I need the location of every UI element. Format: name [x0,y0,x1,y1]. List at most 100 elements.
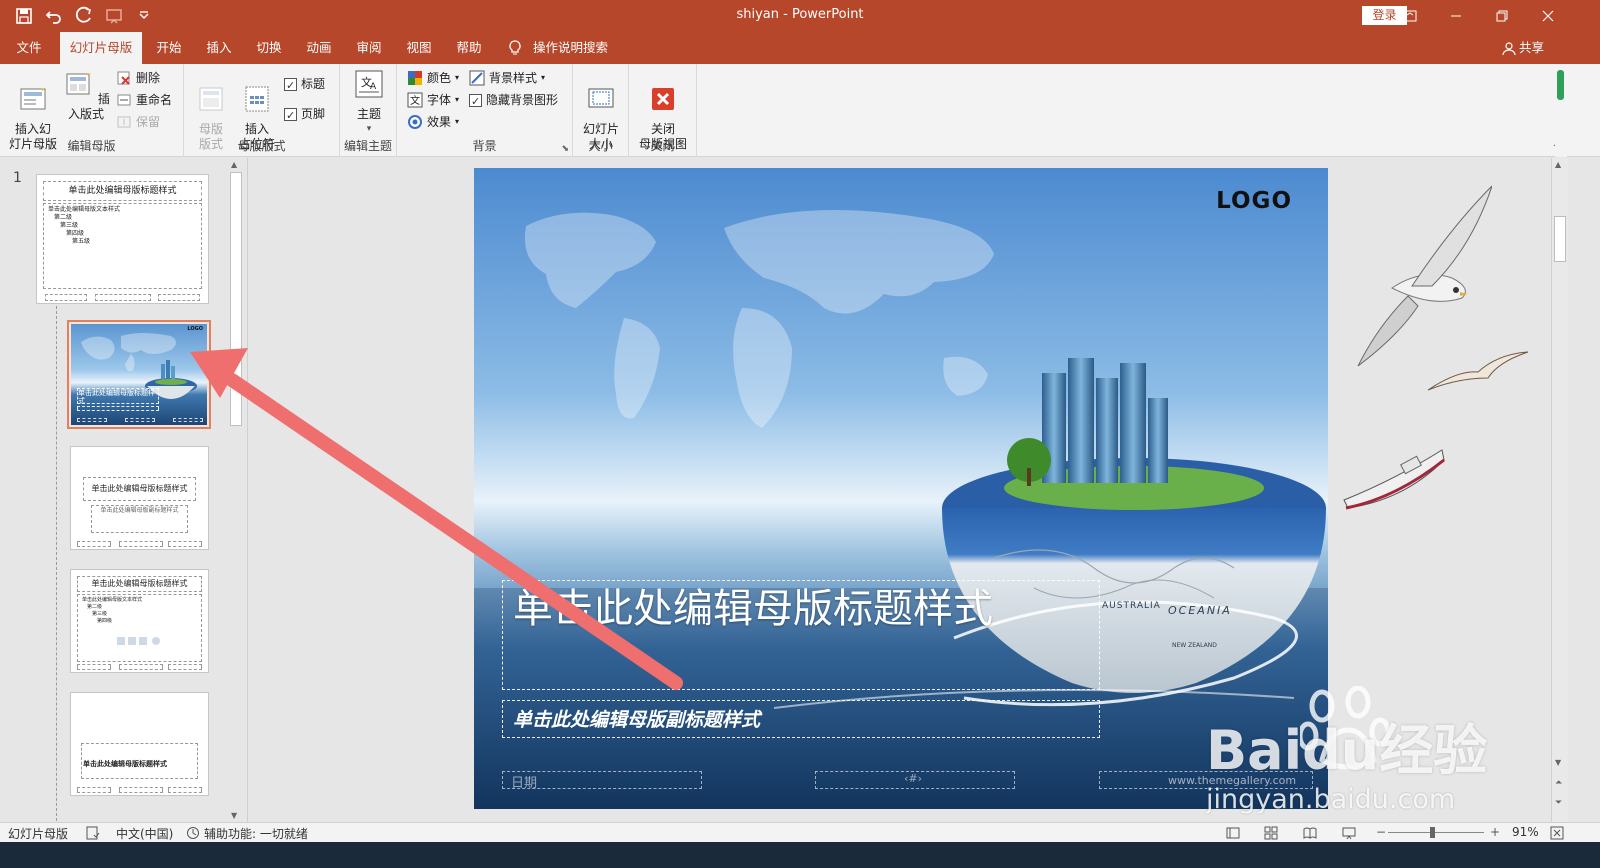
hide-background-checkbox-box[interactable] [469,92,482,112]
selected-layout-thumbnail[interactable]: LOGO 单击此处编辑母版标题样式 [67,320,211,429]
layout-thumbnail-section[interactable]: 单击此处编辑母版标题样式 [70,692,209,796]
group-size: 幻灯片 大小 大小 [573,64,629,157]
status-language[interactable]: 中文(中国) [116,825,173,842]
thumb4-footer-right [168,787,202,793]
svg-text:A: A [370,82,377,92]
title-placeholder[interactable]: 单击此处编辑母版标题样式 [502,580,1100,690]
tell-me-search[interactable]: 操作说明搜索 [533,32,608,64]
rename-button[interactable]: 重命名 [116,90,172,110]
effects-button[interactable]: 效果 ▾ [407,112,459,132]
preserve-button[interactable]: 保留 [116,112,160,132]
layout-connector-line [56,306,57,826]
zoom-slider-thumb[interactable] [1430,827,1435,838]
title-placeholder-text[interactable]: 单击此处编辑母版标题样式 [513,583,1093,635]
slide-logo[interactable]: LOGO [1216,188,1292,214]
next-slide-icon[interactable]: ⏷ [1555,798,1562,808]
dialog-launcher-icon[interactable]: ⬊ [561,144,569,154]
tab-home[interactable]: 开始 [148,32,190,64]
footer-checkbox-label: 页脚 [301,107,326,121]
reading-view-icon[interactable] [1303,826,1317,840]
slideshow-view-icon[interactable] [1342,826,1356,840]
thumb2-title: 单击此处编辑母版标题样式 [83,477,196,501]
background-styles-label: 背景样式 [489,71,538,85]
zoom-slider[interactable] [1388,832,1484,833]
background-styles-button[interactable]: 背景样式 ▾ [469,68,545,88]
subtitle-placeholder[interactable]: 单击此处编辑母版副标题样式 [502,700,1100,738]
hide-background-graphics-checkbox[interactable]: 隐藏背景图形 [469,90,558,112]
scroll-up-arrow-icon[interactable]: ▲ [1555,160,1561,169]
normal-view-icon[interactable] [1226,826,1240,840]
zoom-out-icon[interactable]: − [1376,825,1386,839]
slide-scroll-thumb[interactable] [1554,216,1566,262]
thumbnail-scroll-thumb[interactable] [230,172,242,426]
thumb-footer-placeholder [173,418,203,422]
seagull-small-image[interactable] [1424,350,1530,400]
title-checkbox-box[interactable] [284,76,297,96]
tab-help[interactable]: 帮助 [448,32,490,64]
colors-button[interactable]: 颜色 ▾ [407,68,459,88]
layout-thumbnail-content[interactable]: 单击此处编辑母版标题样式 单击此处编辑母版文本样式 第二级 第三级 第四级 [70,569,209,673]
map-label-oceania: OCEANIA [1168,604,1232,617]
colors-dropdown-icon: ▾ [455,73,460,82]
thumb3-body: 单击此处编辑母版文本样式 第二级 第三级 第四级 [77,594,202,662]
fonts-button[interactable]: 文 字体 ▾ [407,90,459,110]
group-close: 关闭 母版视图 关闭 [629,64,697,157]
thumb-subtitle-placeholder [77,406,159,411]
zoom-in-icon[interactable]: + [1490,825,1500,839]
restore-icon[interactable] [1479,0,1525,32]
status-bar: 幻灯片母版 中文(中国) 辅助功能: 一切就绪 − + 91% [0,822,1600,842]
footer-checkbox[interactable]: 页脚 [284,104,326,126]
minimize-icon[interactable] [1433,0,1479,32]
slide-number-placeholder[interactable]: ‹#› [815,771,1015,789]
fit-slide-icon[interactable] [1550,826,1564,840]
ribbon-display-options-icon[interactable] [1387,0,1433,32]
delete-button[interactable]: 删除 [116,68,160,88]
group-label-close: 关闭 [650,139,675,153]
subtitle-placeholder-text[interactable]: 单击此处编辑母版副标题样式 [513,705,760,732]
tab-insert[interactable]: 插入 [198,32,240,64]
slide-sorter-view-icon[interactable] [1264,826,1278,840]
pin-icon [117,116,131,128]
thumbnail-scrollbar[interactable]: ▲ ▼ [228,158,244,822]
thumb-date-placeholder [77,418,107,422]
scroll-down-arrow-icon[interactable]: ▼ [1555,758,1561,767]
master-thumbnail[interactable]: 单击此处编辑母版标题样式 单击此处编辑母版文本样式 第二级 第三级 第四级 第五… [36,174,209,304]
tab-view[interactable]: 视图 [398,32,440,64]
date-placeholder-text[interactable]: 日期 [511,772,537,791]
tab-file[interactable]: 文件 [8,32,50,64]
scroll-up-icon[interactable]: ▲ [231,160,237,169]
previous-slide-icon[interactable]: ⏶ [1555,778,1562,788]
tab-review[interactable]: 审阅 [348,32,390,64]
title-checkbox[interactable]: 标题 [284,74,325,96]
tab-slide-master[interactable]: 幻灯片母版 [60,32,142,64]
thumb3-body-level3: 第三级 [92,611,108,617]
slide-thumbnail-pane: 1 单击此处编辑母版标题样式 单击此处编辑母版文本样式 第二级 第三级 第四级 … [0,158,248,826]
share-button[interactable]: 共享 [1519,32,1544,64]
insert-layout-button[interactable]: 插入版式 [60,68,112,122]
themes-button[interactable]: 文A 主题 ▾ [346,68,392,137]
group-background: 颜色▾ 文 字体▾ 效果▾ 背景样式▾ 隐藏背景图形 背景 ⬊ [397,64,573,157]
slide-number-placeholder-text[interactable]: ‹#› [904,772,922,785]
slide-vertical-scrollbar[interactable]: ▲ ▼ ⏶ ⏷ [1551,158,1568,822]
ribbon: 插入幻 灯片母版 插入版式 删除 重命名 保留 编辑母版 母版 版式 插入 占位… [0,64,1600,157]
date-placeholder[interactable]: 日期 [502,771,702,791]
thumb3-footer-right [168,664,202,670]
layout-thumbnail-title[interactable]: 单击此处编辑母版标题样式 单击此处编辑母版副标题样式 [70,446,209,550]
thumb2-subtitle: 单击此处编辑母版副标题样式 [91,505,188,533]
slide-canvas[interactable]: LOGO AUSTRALIA OCEANIA NEW ZEALAND 单击此处编… [474,168,1328,809]
tab-animations[interactable]: 动画 [298,32,340,64]
spell-check-icon[interactable] [86,826,100,840]
scroll-down-icon[interactable]: ▼ [231,811,237,820]
seagull-large-image[interactable] [1352,178,1492,378]
ribbon-scrollbar[interactable] [1555,64,1567,157]
tab-transitions[interactable]: 切换 [248,32,290,64]
effects-icon [408,115,422,129]
status-accessibility[interactable]: 辅助功能: 一切就绪 [204,825,308,842]
user-icon [1502,42,1516,55]
footer-checkbox-box[interactable] [284,106,297,126]
thumb-footer-left [45,294,87,301]
zoom-level[interactable]: 91% [1512,825,1539,839]
close-icon[interactable] [1525,0,1571,32]
accessibility-icon[interactable] [186,826,200,840]
cruise-ship-image[interactable] [1342,442,1446,514]
